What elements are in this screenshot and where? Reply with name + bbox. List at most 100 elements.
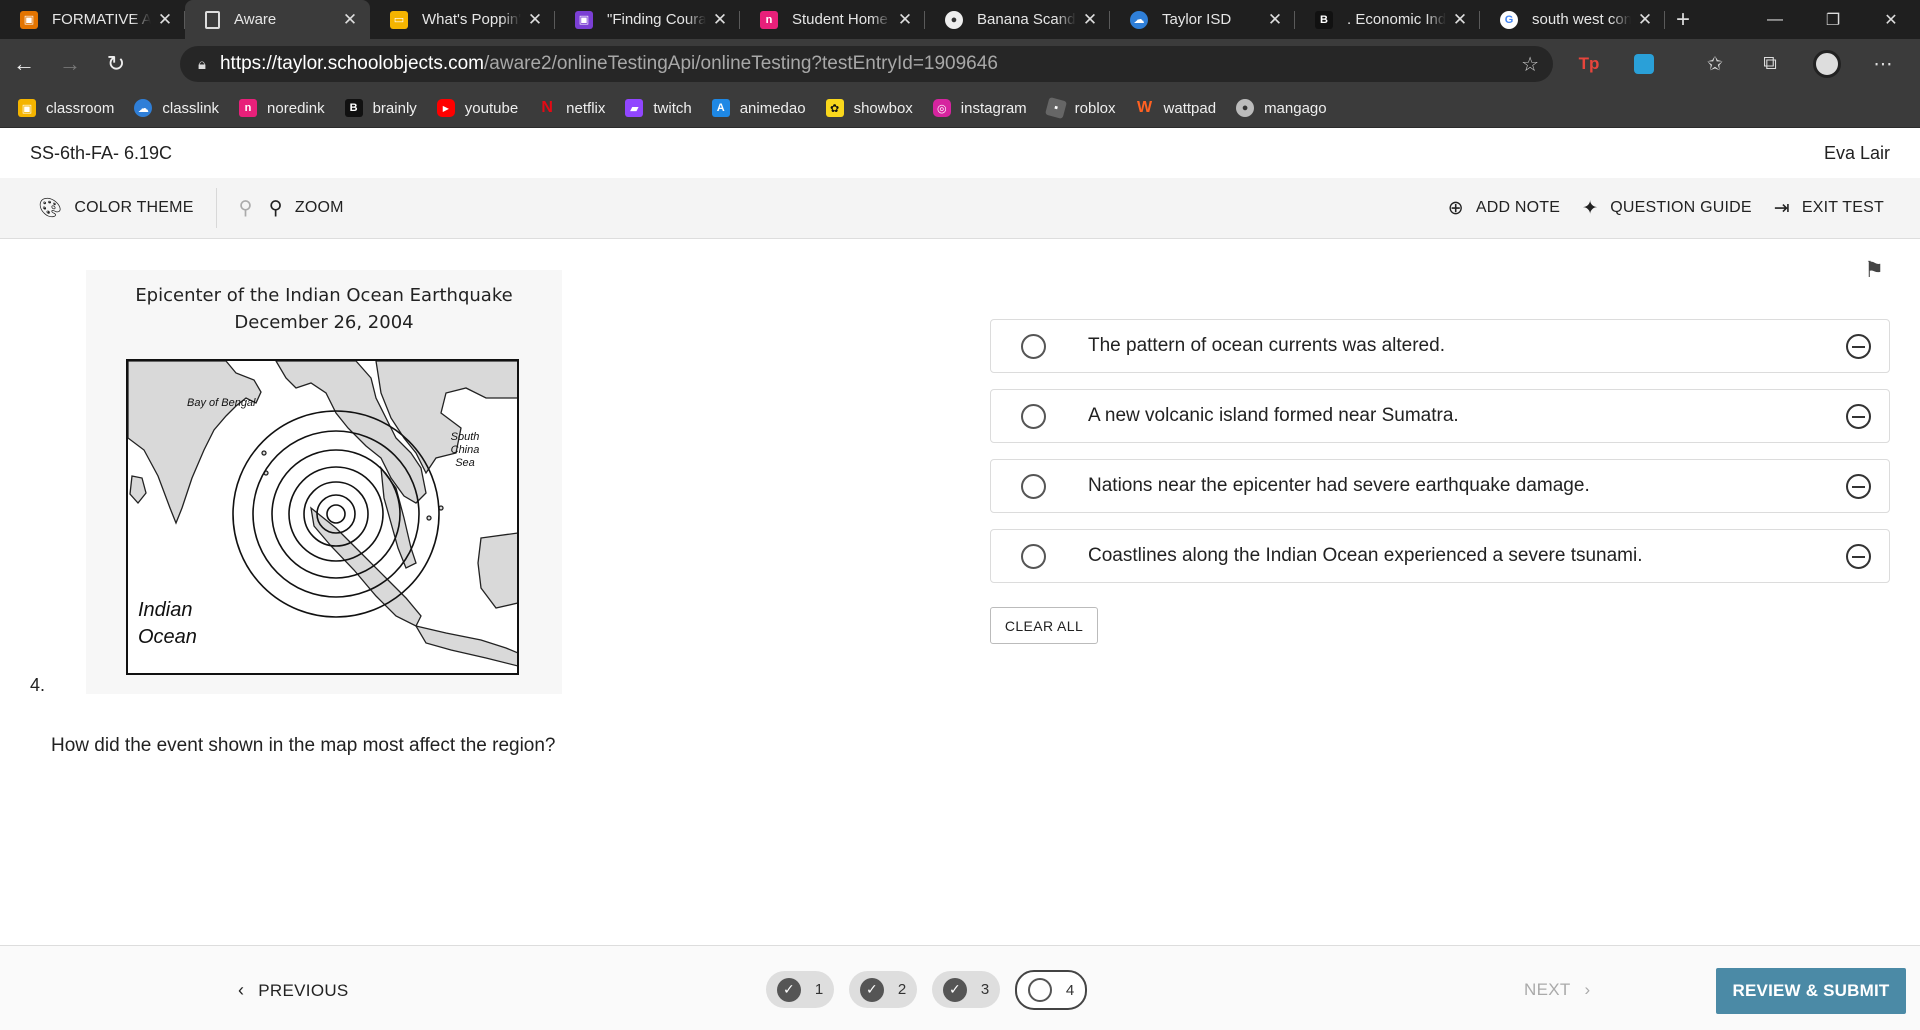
roblox-icon: ▪ [1044,96,1067,120]
bookmark-item[interactable]: ✿ showbox [825,99,913,117]
zoom-in-button[interactable]: ⚲ ZOOM [269,197,344,220]
zoom-out-button[interactable]: ⚲ [239,197,269,220]
answer-choices: The pattern of ocean currents was altere… [990,319,1890,599]
eliminate-answer-icon[interactable] [1846,544,1871,569]
close-tab-icon[interactable]: ✕ [712,10,728,30]
page-button-answered[interactable]: ✓ 1 [766,971,834,1008]
extension-cloud-icon[interactable] [1627,47,1661,81]
add-circle-icon: ⊕ [1447,197,1464,219]
arrow-right-icon: → [59,51,81,76]
check-icon: ✓ [776,977,801,1002]
close-tab-icon[interactable]: ✕ [1082,10,1098,30]
bookmark-item[interactable]: ▰ twitch [625,99,692,117]
browser-tab[interactable]: ▣ FORMATIVE AS ✕ [0,0,185,39]
collections-icon[interactable]: ⧉ [1753,47,1787,81]
close-window-icon[interactable]: ✕ [1862,0,1920,39]
bookmark-item[interactable]: ● mangago [1236,99,1327,117]
page-number: 3 [980,981,990,998]
browser-tab[interactable]: ▭ What's Poppin' ✕ [370,0,555,39]
bookmark-item[interactable]: ◎ instagram [932,99,1027,117]
extension-tp-icon[interactable]: Tp [1572,47,1606,81]
answer-option[interactable]: Nations near the epicenter had severe ea… [990,459,1890,513]
close-tab-icon[interactable]: ✕ [527,10,543,30]
flag-icon[interactable]: ⚑ [1864,257,1884,283]
page-button-answered[interactable]: ✓ 2 [849,971,917,1008]
bookmark-item[interactable]: ▪ roblox [1044,96,1116,120]
eliminate-answer-icon[interactable] [1846,474,1871,499]
page-button-current[interactable]: ✓4 [1015,970,1087,1010]
bookmark-label: showbox [853,99,913,117]
window-controls: — ❐ ✕ [1746,0,1920,39]
more-menu-icon[interactable]: ⋯ [1866,47,1900,81]
bookmark-label: classlink [162,99,220,117]
favorite-star-icon[interactable]: ☆ [1521,52,1539,77]
eliminate-answer-icon[interactable] [1846,334,1871,359]
tab-title: Aware [234,11,277,28]
noredink-icon: n [760,10,778,29]
check-icon: ✓ [942,977,967,1002]
forward-button[interactable]: → [48,44,92,84]
color-theme-button[interactable]: 🎨︎ COLOR THEME [38,196,194,220]
review-submit-button[interactable]: REVIEW & SUBMIT [1716,968,1906,1014]
minimize-icon[interactable]: — [1746,0,1804,39]
close-tab-icon[interactable]: ✕ [1637,10,1653,30]
noredink-icon: n [239,99,258,117]
bookmark-item[interactable]: Aanimedao [711,99,806,117]
radio-button[interactable] [1021,403,1046,429]
close-tab-icon[interactable]: ✕ [342,10,358,30]
add-note-button[interactable]: ⊕ ADD NOTE [1448,197,1560,220]
browser-tab-bar: ▣ FORMATIVE AS ✕ Aware ✕ ▭ What's Poppin' ✕ ▣… [0,0,1920,39]
previous-button[interactable]: ‹ PREVIOUS [238,980,349,1001]
answer-option[interactable]: The pattern of ocean currents was altere… [990,319,1890,373]
browser-tab[interactable]: Gsouth west con ✕ [1480,0,1665,39]
map-title-line2: December 26, 2004 [234,312,414,333]
browser-tab[interactable]: ● Banana Scanda ✕ [925,0,1110,39]
url-field[interactable]: 🔒︎ https://taylor.schoolobjects.com/awar… [180,46,1553,82]
add-note-label: ADD NOTE [1475,199,1561,216]
answer-option[interactable]: A new volcanic island formed near Sumatr… [990,389,1890,443]
radio-button[interactable] [1021,543,1046,569]
bookmark-item[interactable]: Wwattpad [1136,99,1217,117]
browser-tab[interactable]: ☁ Taylor ISD ✕ [1110,0,1295,39]
reload-button[interactable]: ↻ [94,44,138,84]
browser-tab-active[interactable]: Aware ✕ [185,0,370,39]
bookmark-label: wattpad [1163,99,1217,117]
page-number: 1 [814,981,824,998]
bookmark-item[interactable]: n noredink [239,99,325,117]
browser-tab[interactable]: n Student Home ✕ [740,0,925,39]
next-button[interactable]: NEXT › [1524,980,1591,1000]
bookmark-item[interactable]: ☁ classlink [134,99,219,117]
andaman-island [261,450,267,456]
restore-icon[interactable]: ❐ [1804,0,1862,39]
browser-tab[interactable]: B . Economic Ind ✕ [1295,0,1480,39]
bookmark-item[interactable]: Nnetflix [538,99,605,117]
classroom-icon: ▣ [18,99,36,117]
question-guide-button[interactable]: ✦ QUESTION GUIDE [1582,197,1752,220]
bookmark-item[interactable]: ▣ classroom [18,99,114,117]
bookmark-item[interactable]: Bbrainly [344,99,417,117]
instagram-icon: ◎ [932,99,951,117]
profile-avatar[interactable] [1810,47,1844,81]
new-tab-button[interactable]: + [1665,0,1701,39]
classroom-icon: ▣ [575,10,593,29]
eliminate-answer-icon[interactable] [1846,404,1871,429]
bookmark-label: twitch [653,99,692,117]
radio-button[interactable] [1021,333,1046,359]
clear-all-button[interactable]: CLEAR ALL [990,607,1098,644]
close-tab-icon[interactable]: ✕ [1267,10,1283,30]
check-icon: ✓ [859,977,884,1002]
back-button[interactable]: ← [2,44,46,84]
browser-address-bar: ← → ↻ 🔒︎ https://taylor.schoolobjects.co… [0,39,1920,89]
answer-option[interactable]: Coastlines along the Indian Ocean experi… [990,529,1890,583]
exit-test-button[interactable]: ⇥ EXIT TEST [1774,197,1884,220]
page-button-answered[interactable]: ✓ 3 [932,971,1000,1008]
close-tab-icon[interactable]: ✕ [897,10,913,30]
bookmark-item[interactable]: ▶ youtube [436,99,518,117]
close-tab-icon[interactable]: ✕ [1452,10,1468,30]
reload-icon: ↻ [106,51,126,76]
browser-tab[interactable]: ▣ "Finding Coura ✕ [555,0,740,39]
close-tab-icon[interactable]: ✕ [157,10,173,30]
radio-button[interactable] [1021,473,1046,499]
favorites-list-icon[interactable]: ✩ [1698,47,1732,81]
google-icon: G [1500,10,1518,29]
